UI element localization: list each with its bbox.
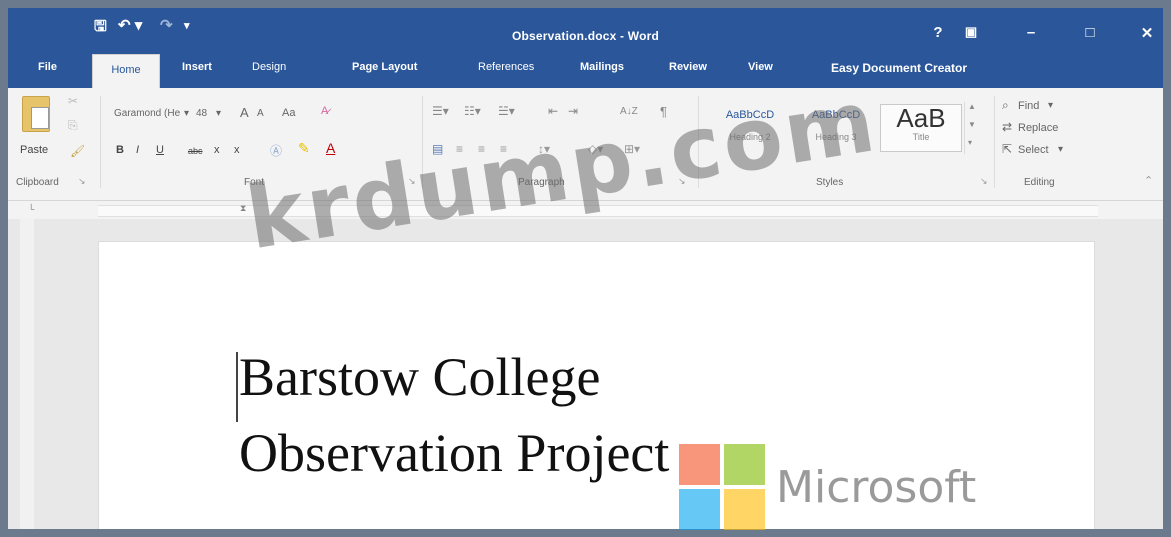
collapse-ribbon-icon[interactable]: ⌃ bbox=[1144, 174, 1153, 187]
maximize-button[interactable]: □ bbox=[1075, 24, 1105, 41]
tab-home[interactable]: Home bbox=[92, 54, 160, 89]
superscript-button[interactable]: x bbox=[234, 144, 240, 156]
font-color-icon[interactable]: A bbox=[326, 140, 335, 156]
microsoft-logo bbox=[679, 444, 765, 530]
tab-review[interactable]: Review bbox=[669, 61, 707, 73]
italic-button[interactable]: I bbox=[136, 144, 139, 156]
help-button[interactable]: ? bbox=[923, 24, 953, 41]
tab-references[interactable]: References bbox=[478, 61, 534, 73]
tab-view[interactable]: View bbox=[748, 61, 773, 73]
document-line-1[interactable]: Barstow College bbox=[239, 346, 600, 408]
vertical-ruler bbox=[20, 219, 34, 529]
style-name: Title bbox=[912, 132, 930, 142]
replace-button[interactable]: Replace bbox=[1018, 122, 1058, 134]
style-sample: AaB bbox=[896, 103, 946, 133]
logo-square-green bbox=[724, 444, 765, 485]
shrink-font-button[interactable]: A bbox=[257, 108, 264, 119]
bold-button[interactable]: B bbox=[116, 144, 124, 156]
word-window: 🖫 ↶ ▾ ↷ ▾ Observation.docx - Word ? ▣ – … bbox=[8, 8, 1163, 529]
multilevel-list-icon[interactable]: ☱▾ bbox=[498, 104, 515, 118]
decrease-indent-icon[interactable]: ⇤ bbox=[548, 104, 558, 118]
paste-icon[interactable] bbox=[22, 96, 50, 132]
clipboard-group-label: Clipboard bbox=[16, 177, 59, 188]
tab-page-layout[interactable]: Page Layout bbox=[352, 61, 417, 73]
tab-insert[interactable]: Insert bbox=[182, 61, 212, 73]
increase-indent-icon[interactable]: ⇥ bbox=[568, 104, 578, 118]
watermark-microsoft: Microsoft bbox=[776, 462, 977, 513]
window-title: Observation.docx - Word bbox=[511, 29, 660, 43]
text-cursor bbox=[236, 352, 238, 422]
document-area: Barstow College Observation Project bbox=[8, 219, 1163, 529]
tab-selector-icon[interactable]: └ bbox=[28, 204, 34, 214]
numbering-icon[interactable]: ☷▾ bbox=[464, 104, 481, 118]
document-line-2[interactable]: Observation Project bbox=[239, 422, 669, 484]
grow-font-button[interactable]: A bbox=[240, 105, 249, 120]
logo-square-red bbox=[679, 444, 720, 485]
minimize-button[interactable]: – bbox=[1016, 24, 1046, 41]
select-icon: ⇱ bbox=[1002, 142, 1013, 156]
highlight-icon[interactable]: ✎ bbox=[298, 140, 310, 157]
styles-dialog-launcher-icon[interactable]: ↘ bbox=[980, 176, 988, 187]
tab-mailings[interactable]: Mailings bbox=[580, 61, 624, 73]
font-size-box[interactable]: 48 bbox=[196, 108, 207, 119]
tab-file[interactable]: File bbox=[38, 61, 57, 73]
replace-icon: ⇄ bbox=[1002, 120, 1013, 134]
styles-scroll[interactable]: ▲ ▼ ▾ bbox=[964, 102, 979, 154]
paste-button[interactable]: Paste bbox=[20, 144, 48, 156]
bullets-icon[interactable]: ☰▾ bbox=[432, 104, 449, 118]
logo-square-blue bbox=[679, 489, 720, 530]
clear-formatting-icon[interactable]: A̷ bbox=[321, 105, 328, 117]
title-bar: 🖫 ↶ ▾ ↷ ▾ Observation.docx - Word ? ▣ – … bbox=[8, 8, 1163, 54]
format-painter-icon[interactable]: 🖌 bbox=[70, 144, 85, 158]
dialog-launcher-icon[interactable]: ↘ bbox=[78, 176, 86, 187]
close-button[interactable]: ✕ bbox=[1132, 24, 1162, 42]
find-button[interactable]: Find bbox=[1018, 100, 1039, 112]
tab-design[interactable]: Design bbox=[252, 61, 286, 73]
subscript-button[interactable]: x bbox=[214, 144, 220, 156]
change-case-button[interactable]: Aa bbox=[282, 107, 295, 119]
style-title[interactable]: AaB Title bbox=[880, 103, 962, 152]
cut-icon[interactable]: ✂ bbox=[68, 94, 78, 108]
strikethrough-button[interactable]: abc bbox=[188, 146, 203, 156]
select-button[interactable]: Select bbox=[1018, 144, 1049, 156]
ribbon-display-icon[interactable]: ▣ bbox=[956, 24, 986, 40]
copy-icon[interactable]: ⎘ bbox=[68, 118, 78, 133]
find-icon: ⌕ bbox=[1002, 98, 1009, 112]
underline-button[interactable]: U bbox=[156, 144, 164, 156]
logo-square-yellow bbox=[724, 489, 765, 530]
font-name-box[interactable]: Garamond (He bbox=[114, 108, 180, 119]
text-effects-icon[interactable]: Ⓐ bbox=[270, 142, 282, 159]
editing-group-label: Editing bbox=[1024, 177, 1055, 188]
